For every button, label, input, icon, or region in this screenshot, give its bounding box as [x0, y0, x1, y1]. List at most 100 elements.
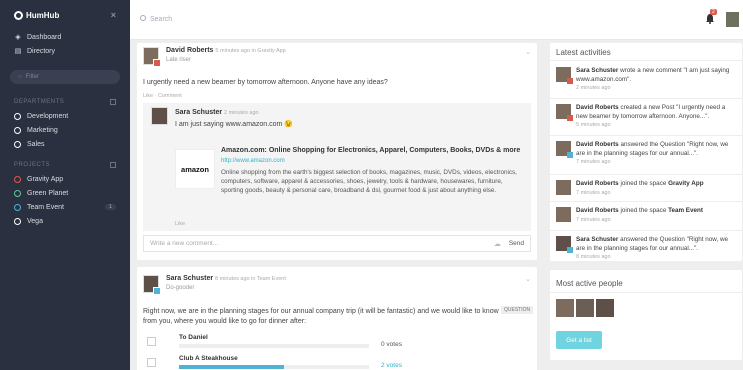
add-space-icon[interactable]: [110, 161, 116, 168]
activity-space: Gravity App: [668, 180, 704, 187]
activity-item[interactable]: David Roberts created a new Post "I urge…: [556, 104, 736, 130]
comment-input[interactable]: Write a new comment... ☁ Send: [143, 235, 531, 252]
book-icon: ▤: [14, 48, 22, 55]
search-placeholder: Search: [150, 16, 173, 23]
author-avatar[interactable]: [143, 275, 161, 295]
post-text: I urgently need a new beamer by tomorrow…: [143, 79, 388, 86]
activity-time: 2 minutes ago: [576, 85, 611, 91]
post-card: David Roberts 5 minutes ago in Gravity A…: [137, 43, 537, 260]
sidebar-item-vega[interactable]: Vega: [0, 214, 130, 228]
vote-progress-fill: [179, 365, 284, 369]
sidebar-item-label: Green Planet: [27, 189, 69, 197]
activity-avatar: [556, 180, 571, 195]
notification-count-badge: 2: [710, 9, 717, 15]
preview-description: Online shopping from the earth's biggest…: [221, 169, 517, 194]
sidebar-item-dashboard[interactable]: ◈ Dashboard: [0, 30, 130, 44]
activity-time: 8 minutes ago: [576, 254, 611, 260]
sidebar-item-team-event[interactable]: Team Event 1: [0, 200, 130, 214]
sidebar-item-directory[interactable]: ▤ Directory: [0, 44, 130, 58]
author-name[interactable]: David Roberts: [166, 47, 213, 54]
sidebar-item-gravity-app[interactable]: Gravity App: [0, 172, 130, 186]
space-ring-icon: [14, 175, 21, 183]
sidebar-item-green-planet[interactable]: Green Planet: [0, 186, 130, 200]
activity-time: 7 minutes ago: [576, 159, 611, 165]
unread-badge: 1: [104, 204, 116, 210]
activity-avatar: [556, 141, 573, 158]
sidebar-item-label: Development: [27, 112, 69, 120]
sidebar-filter-input[interactable]: ○ Filter: [10, 70, 120, 84]
space-avatar-icon: [567, 78, 573, 84]
filter-placeholder: Filter: [25, 74, 39, 80]
space-avatar-icon: [567, 115, 573, 121]
poll-option[interactable]: To Daniel 0 votes: [147, 334, 447, 348]
author-avatar[interactable]: [143, 47, 161, 67]
post-card: Sara Schuster 8 minutes ago in Team Even…: [137, 267, 537, 370]
person-avatar[interactable]: [556, 299, 574, 317]
comment-placeholder: Write a new comment...: [150, 240, 219, 247]
divider: [550, 201, 742, 202]
chevron-down-icon[interactable]: ⌄: [525, 275, 531, 283]
option-body: Club A Steakhouse: [179, 355, 369, 369]
add-space-icon[interactable]: [110, 98, 116, 105]
divider: [550, 135, 742, 136]
panel-title: Latest activities: [556, 48, 611, 57]
activity-item[interactable]: David Roberts joined the space Team Even…: [556, 207, 736, 224]
commenter-name[interactable]: Sara Schuster: [175, 109, 222, 116]
activity-avatar: [556, 67, 573, 84]
person-avatar[interactable]: [596, 299, 614, 317]
search-icon: ○: [18, 74, 22, 80]
humhub-logo-icon: [14, 10, 23, 20]
activity-space: Team Event: [668, 207, 703, 214]
comment-like-link[interactable]: Like: [175, 221, 185, 227]
divider: [550, 60, 742, 61]
send-button[interactable]: Send: [509, 240, 524, 247]
chevron-down-icon[interactable]: ⌄: [525, 48, 531, 56]
top-search-input[interactable]: Search: [140, 15, 172, 23]
person-avatar[interactable]: [576, 299, 594, 317]
sidebar-item-marketing[interactable]: Marketing: [0, 123, 130, 137]
option-label: Club A Steakhouse: [179, 355, 238, 362]
vote-progress-bar: [179, 365, 369, 369]
vote-count[interactable]: 0 votes: [381, 341, 402, 348]
space-ring-icon: [14, 217, 21, 225]
sidebar-item-development[interactable]: Development: [0, 109, 130, 123]
close-sidebar-icon[interactable]: ×: [111, 10, 116, 20]
dashboard-icon: ◈: [15, 34, 21, 41]
activity-text: joined the space: [620, 180, 667, 187]
activity-item[interactable]: David Roberts answered the Question "Rig…: [556, 141, 736, 167]
space-ring-icon: [14, 126, 21, 134]
sidebar-item-label: Vega: [27, 217, 43, 225]
vote-checkbox[interactable]: [147, 357, 156, 367]
question-text: Right now, we are in the planning stages…: [143, 308, 499, 325]
latest-activities-panel: Latest activities Sara Schuster wrote a …: [550, 43, 742, 261]
app-brand[interactable]: HumHub ×: [0, 0, 130, 30]
search-icon: [140, 15, 146, 21]
preview-title[interactable]: Amazon.com: Online Shopping for Electron…: [221, 147, 521, 154]
vote-progress-bar: [179, 344, 369, 348]
vote-count[interactable]: 2 votes: [381, 362, 402, 369]
activity-avatar: [556, 207, 571, 222]
notifications-button[interactable]: 2: [705, 9, 717, 24]
author-subtitle: Do-gooder: [166, 285, 195, 291]
activity-item[interactable]: David Roberts joined the space Gravity A…: [556, 180, 736, 197]
activity-avatar: [556, 236, 573, 253]
panel-title: Most active people: [556, 279, 623, 288]
post-actions[interactable]: Like · Comment: [143, 93, 182, 99]
link-preview[interactable]: amazon Amazon.com: Online Shopping for E…: [175, 139, 525, 219]
poll-option[interactable]: Club A Steakhouse 2 votes: [147, 355, 447, 369]
activity-item[interactable]: Sara Schuster wrote a new comment "I am …: [556, 67, 736, 93]
sidebar-item-sales[interactable]: Sales: [0, 137, 130, 151]
post-meta: 8 minutes ago in Team Event: [215, 276, 286, 282]
activity-item[interactable]: Sara Schuster answered the Question "Rig…: [556, 236, 736, 262]
vote-checkbox[interactable]: [147, 336, 156, 346]
comments-area: Sara Schuster 2 minutes ago I am just sa…: [143, 103, 531, 231]
commenter-avatar[interactable]: [151, 107, 168, 125]
space-avatar-icon: [567, 247, 573, 253]
get-a-list-button[interactable]: Get a list: [556, 331, 602, 349]
attach-icon[interactable]: ☁: [494, 240, 501, 248]
preview-url[interactable]: http://www.amazon.com: [221, 158, 285, 164]
user-avatar[interactable]: [726, 12, 739, 27]
activity-user: Sara Schuster: [576, 236, 619, 243]
author-name[interactable]: Sara Schuster: [166, 275, 213, 282]
sidebar-item-label: Dashboard: [27, 33, 62, 41]
